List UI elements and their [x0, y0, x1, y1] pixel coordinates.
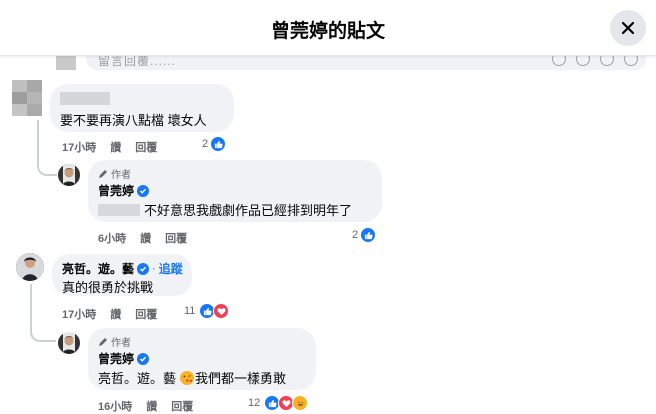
author-name[interactable]: 亮哲。遊。藝 [62, 260, 134, 277]
comment-bubble: 要不要再演八點檔 壞女人 [50, 84, 234, 132]
redacted-mention [98, 203, 140, 216]
reply-button[interactable]: 回覆 [135, 306, 157, 322]
like-reaction-icon [210, 136, 227, 152]
pencil-icon [99, 337, 107, 346]
reaction-number: 11 [184, 305, 196, 317]
comment-text: 要不要再演八點檔 壞女人 [60, 113, 207, 128]
comment-time[interactable]: 17小時 [62, 306, 96, 322]
kiss-emoji-icon [180, 370, 195, 385]
comment-time[interactable]: 16小時 [98, 398, 132, 414]
reaction-count[interactable]: 2 [352, 227, 377, 243]
like-button[interactable]: 讚 [110, 139, 121, 155]
author-badge: 作者 [98, 334, 131, 349]
author-label: 作者 [111, 170, 131, 181]
thread-connector [30, 284, 56, 342]
pencil-icon [99, 169, 107, 178]
comment-author-row: 亮哲。遊。藝 · 追蹤 [62, 260, 183, 277]
reply-text-row: 不好意思我戲劇作品已經排到明年了 [98, 200, 352, 219]
reaction-count[interactable]: 12 [248, 395, 309, 411]
author-name[interactable]: 曾莞婷 [98, 350, 134, 367]
redacted-name [60, 92, 110, 105]
avatar[interactable] [58, 164, 80, 186]
verified-icon [137, 352, 150, 365]
author-badge: 作者 [98, 166, 131, 181]
verified-icon [137, 184, 150, 197]
reply-bubble: 作者 曾莞婷 亮哲。遊。藝 我們都一樣勇敢 [88, 328, 316, 390]
reply-author-row: 曾莞婷 [98, 182, 150, 199]
reaction-number: 2 [202, 138, 209, 150]
avatar[interactable] [16, 253, 44, 281]
comment-actions: 17小時 讚 回覆 [62, 139, 157, 155]
like-button[interactable]: 讚 [146, 398, 157, 414]
reply-author-row: 曾莞婷 [98, 350, 150, 367]
avatar[interactable] [58, 332, 80, 354]
reply-actions: 6小時 讚 回覆 [98, 230, 187, 246]
mention-link[interactable]: 亮哲。遊。藝 [98, 368, 176, 387]
follow-link[interactable]: 追蹤 [159, 260, 183, 277]
reply-button[interactable]: 回覆 [165, 230, 187, 246]
avatar[interactable] [12, 80, 42, 116]
author-label: 作者 [111, 338, 131, 349]
author-name[interactable]: 曾莞婷 [98, 182, 134, 199]
comment-time[interactable]: 6小時 [98, 230, 126, 246]
reaction-count[interactable]: 11 [184, 303, 230, 319]
like-button[interactable]: 讚 [110, 306, 121, 322]
like-button[interactable]: 讚 [140, 230, 151, 246]
heart-reaction-icon [213, 303, 230, 319]
dialog-header: 曾莞婷的貼文 [0, 0, 656, 56]
reply-actions: 16小時 讚 回覆 [98, 398, 193, 414]
reply-button[interactable]: 回覆 [171, 398, 193, 414]
thread-connector [37, 120, 57, 176]
reply-text: 我們都一樣勇敢 [195, 371, 287, 386]
comment-text: 真的很勇於挑戰 [62, 280, 154, 295]
close-button[interactable] [610, 10, 646, 46]
reaction-number: 2 [352, 229, 359, 241]
haha-reaction-icon [292, 395, 309, 411]
reaction-number: 12 [248, 397, 261, 409]
comment-actions: 17小時 讚 回覆 [62, 306, 157, 322]
close-icon [621, 21, 635, 35]
comment-bubble: 亮哲。遊。藝 · 追蹤 真的很勇於挑戰 [52, 254, 192, 296]
verified-icon [137, 262, 150, 275]
like-reaction-icon [360, 227, 377, 243]
reply-text: 不好意思我戲劇作品已經排到明年了 [144, 203, 353, 218]
reaction-count[interactable]: 2 [202, 136, 227, 152]
separator-dot: · [152, 262, 156, 275]
reply-bubble: 作者 曾莞婷 不好意思我戲劇作品已經排到明年了 [88, 160, 382, 222]
comment-time[interactable]: 17小時 [62, 139, 96, 155]
page-title: 曾莞婷的貼文 [270, 21, 385, 42]
reply-text-row: 亮哲。遊。藝 我們都一樣勇敢 [98, 368, 286, 387]
reply-button[interactable]: 回覆 [135, 139, 157, 155]
